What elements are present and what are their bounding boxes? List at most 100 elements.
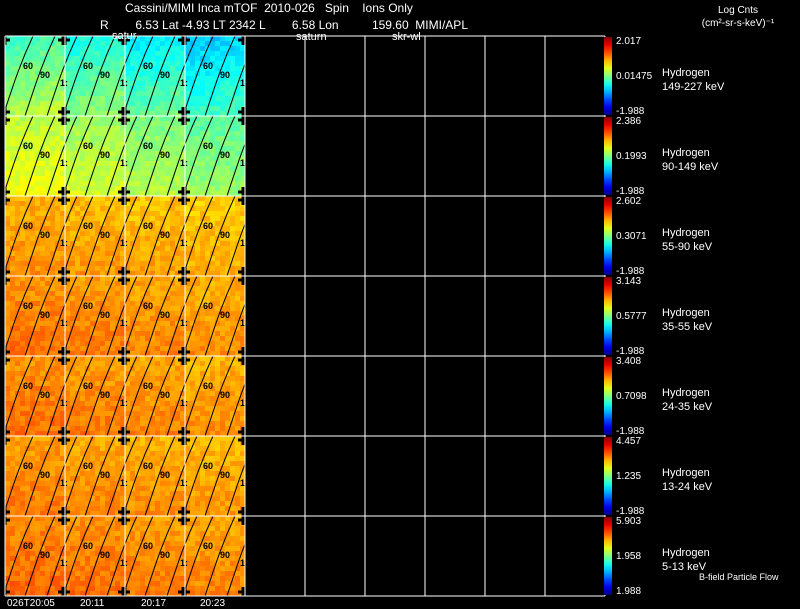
heatmap-cell [130,371,136,377]
heatmap-cell [40,261,46,267]
heatmap-cell [85,171,91,177]
heatmap-cell [5,566,11,572]
heatmap-cell [200,81,206,87]
heatmap-cell [45,571,51,577]
heatmap-cell [160,51,166,57]
heatmap-cell [135,161,141,167]
heatmap-cell [210,311,216,317]
heatmap-cell [175,141,181,147]
heatmap-cell [75,291,81,297]
heatmap-cell [70,536,76,542]
heatmap-cell [105,541,111,547]
heatmap-cell [170,466,176,472]
heatmap-cell [20,186,26,192]
heatmap-cell [20,421,26,427]
heatmap-cell [75,321,81,327]
heatmap-cell [145,481,151,487]
heatmap-cell [50,206,56,212]
heatmap-cell [55,456,61,462]
heatmap-cell [65,306,71,312]
heatmap-cell [80,551,86,557]
heatmap-cell [35,106,41,112]
heatmap-cell [70,76,76,82]
heatmap-cell [90,476,96,482]
heatmap-cell [50,226,56,232]
heatmap-cell [80,176,86,182]
heatmap-cell [35,41,41,47]
heatmap-cell [80,411,86,417]
heatmap-cell [95,251,101,257]
heatmap-cell [115,451,121,457]
heatmap-cell [160,481,166,487]
heatmap-cell [90,341,96,347]
heatmap-cell [115,581,121,587]
heatmap-cell [80,341,86,347]
heatmap-cell [125,471,131,477]
heatmap-cell [50,236,56,242]
heatmap-cell [45,461,51,467]
heatmap-cell [110,211,116,217]
heatmap-cell [190,96,196,102]
heatmap-cell [75,521,81,527]
heatmap-cell [95,296,101,302]
heatmap-cell [100,91,106,97]
heatmap-cell [235,366,241,372]
heatmap-cell [20,556,26,562]
heatmap-cell [20,116,26,122]
heatmap-cell [10,141,16,147]
heatmap-cell [155,366,161,372]
heatmap-cell [195,506,201,512]
heatmap-cell [160,131,166,137]
heatmap-cell [155,446,161,452]
heatmap-cell [50,156,56,162]
heatmap-cell [175,231,181,237]
heatmap-cell [20,566,26,572]
heatmap-cell [5,76,11,82]
heatmap-cell [110,231,116,237]
heatmap-cell [135,406,141,412]
heatmap-cell [155,341,161,347]
heatmap-cell [50,131,56,137]
heatmap-cell [195,301,201,307]
heatmap-cell [210,181,216,187]
heatmap-cell [65,311,71,317]
heatmap-cell [65,126,71,132]
heatmap-cell [235,256,241,262]
heatmap-cell [80,556,86,562]
heatmap-cell [45,411,51,417]
heatmap-cell [140,506,146,512]
heatmap-cell [20,491,26,497]
heatmap-cell [15,296,21,302]
heatmap-cell [30,341,36,347]
heatmap-cell [40,406,46,412]
heatmap-cell [175,151,181,157]
heatmap-cell [95,176,101,182]
heatmap-cell [75,221,81,227]
heatmap-cell [140,166,146,172]
heatmap-cell [115,291,121,297]
heatmap-cell [90,101,96,107]
heatmap-cell [85,96,91,102]
heatmap-cell [25,316,31,322]
heatmap-cell [175,211,181,217]
heatmap-cell [20,411,26,417]
heatmap-cell [150,391,156,397]
heatmap-cell [45,116,51,122]
heatmap-cell [80,46,86,52]
heatmap-cell [35,96,41,102]
heatmap-cell [10,136,16,142]
heatmap-cell [50,376,56,382]
heatmap-cell [35,261,41,267]
heatmap-cell [40,321,46,327]
heatmap-cell [15,416,21,422]
heatmap-cell [20,201,26,207]
heatmap-cell [95,406,101,412]
heatmap-cell [85,231,91,237]
heatmap-cell [25,76,31,82]
heatmap-cell [10,471,16,477]
heatmap-cell [110,266,116,272]
heatmap-cell [145,436,151,442]
heatmap-cell [110,526,116,532]
heatmap-cell [230,376,236,382]
heatmap-cell [140,336,146,342]
